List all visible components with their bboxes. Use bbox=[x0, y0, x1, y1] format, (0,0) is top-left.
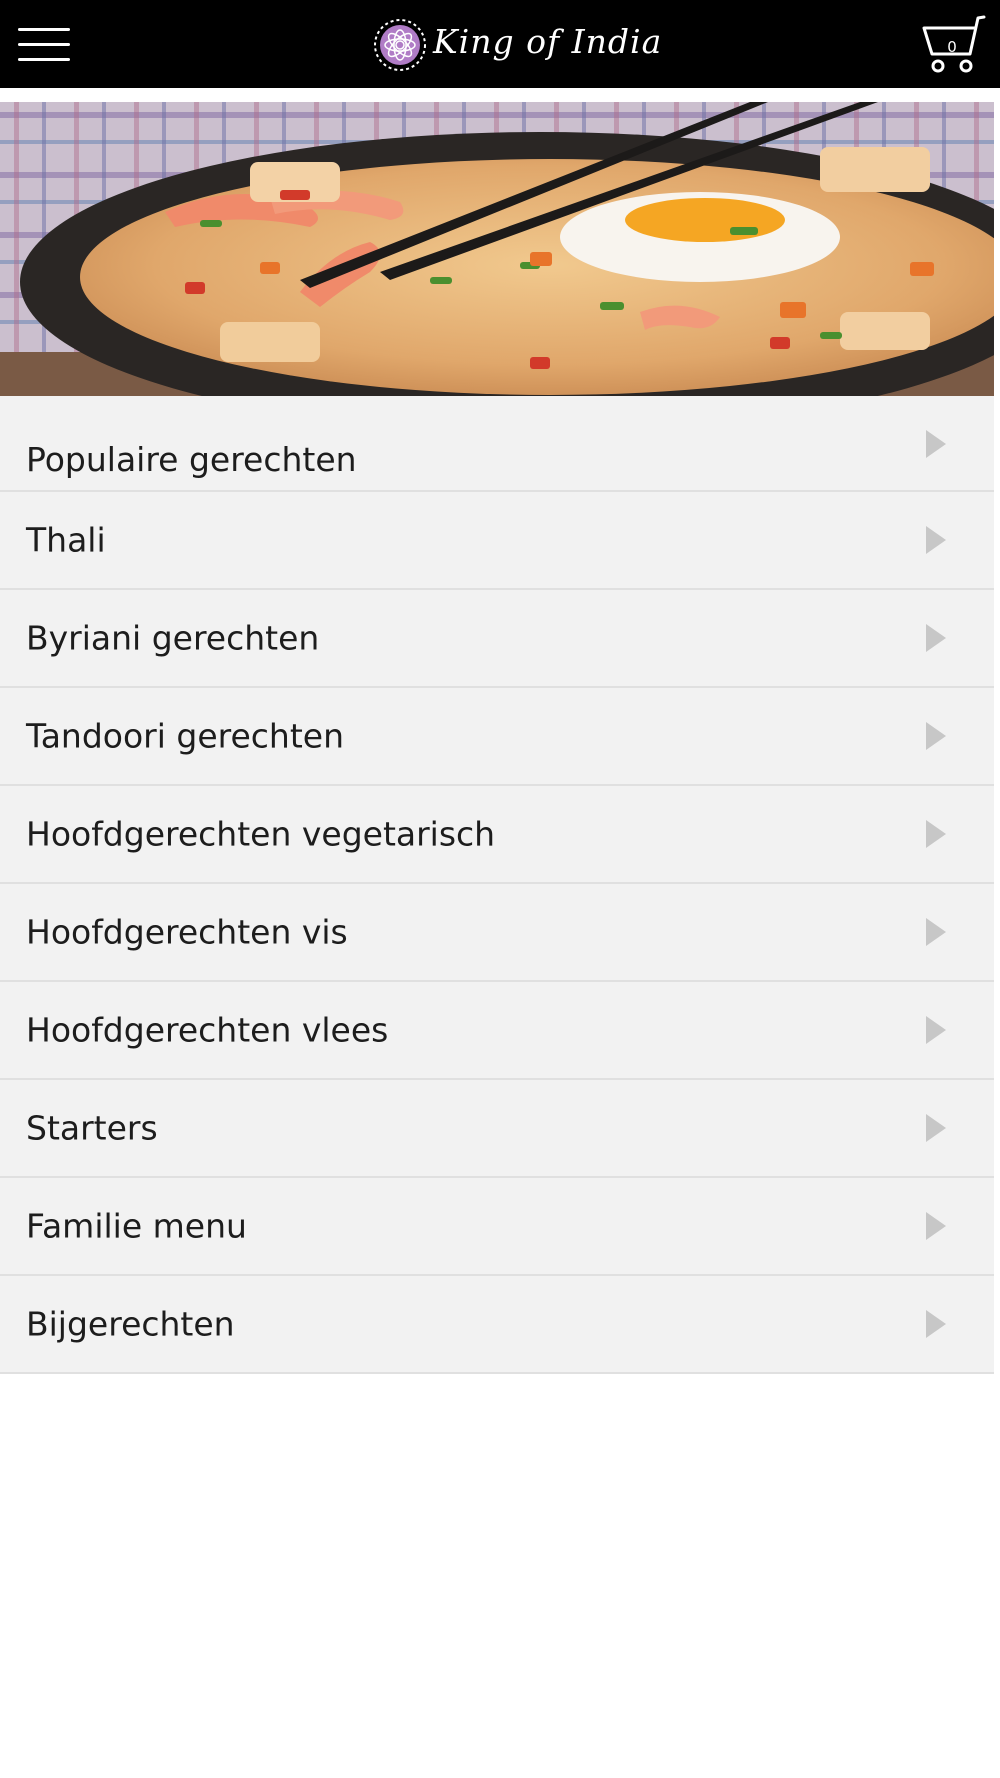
chevron-right-icon bbox=[926, 722, 946, 750]
category-label: Byriani gerechten bbox=[26, 618, 320, 658]
category-label: Hoofdgerechten vlees bbox=[26, 1010, 389, 1050]
category-menu: Populaire gerechten Thali Byriani gerech… bbox=[0, 396, 994, 1374]
chevron-right-icon bbox=[926, 430, 946, 458]
category-item-tandoori-gerechten[interactable]: Tandoori gerechten bbox=[0, 688, 994, 786]
category-item-familie-menu[interactable]: Familie menu bbox=[0, 1178, 994, 1276]
category-item-hoofdgerechten-vegetarisch[interactable]: Hoofdgerechten vegetarisch bbox=[0, 786, 994, 884]
category-label: Hoofdgerechten vis bbox=[26, 912, 348, 952]
chevron-right-icon bbox=[926, 820, 946, 848]
chevron-right-icon bbox=[926, 526, 946, 554]
chevron-right-icon bbox=[926, 1114, 946, 1142]
chevron-right-icon bbox=[926, 918, 946, 946]
category-item-thali[interactable]: Thali bbox=[0, 492, 994, 590]
category-label: Bijgerechten bbox=[26, 1304, 235, 1344]
category-label: Populaire gerechten bbox=[26, 440, 357, 479]
category-item-bijgerechten[interactable]: Bijgerechten bbox=[0, 1276, 994, 1374]
hamburger-menu-icon[interactable] bbox=[18, 26, 70, 64]
chevron-right-icon bbox=[926, 1212, 946, 1240]
category-item-starters[interactable]: Starters bbox=[0, 1080, 994, 1178]
brand-name: King of India bbox=[433, 22, 663, 61]
chevron-right-icon bbox=[926, 1310, 946, 1338]
chevron-right-icon bbox=[926, 624, 946, 652]
category-label: Thali bbox=[26, 520, 106, 560]
category-item-byriani-gerechten[interactable]: Byriani gerechten bbox=[0, 590, 994, 688]
top-bar: King of India 0 bbox=[0, 0, 1000, 88]
category-item-hoofdgerechten-vlees[interactable]: Hoofdgerechten vlees bbox=[0, 982, 994, 1080]
chevron-right-icon bbox=[926, 1016, 946, 1044]
fried-rice-photo bbox=[0, 102, 994, 420]
category-label: Familie menu bbox=[26, 1206, 247, 1246]
category-label: Hoofdgerechten vegetarisch bbox=[26, 814, 496, 854]
shopping-cart-icon[interactable]: 0 bbox=[920, 14, 988, 76]
brand-logo[interactable]: King of India bbox=[373, 16, 661, 74]
category-item-hoofdgerechten-vis[interactable]: Hoofdgerechten vis bbox=[0, 884, 994, 982]
category-label: Tandoori gerechten bbox=[26, 716, 344, 756]
cart-count-badge: 0 bbox=[947, 38, 957, 56]
hero-image bbox=[0, 102, 1000, 420]
lotus-icon bbox=[374, 19, 426, 71]
category-label: Starters bbox=[26, 1108, 158, 1148]
category-item-populaire-gerechten[interactable]: Populaire gerechten bbox=[0, 396, 994, 492]
